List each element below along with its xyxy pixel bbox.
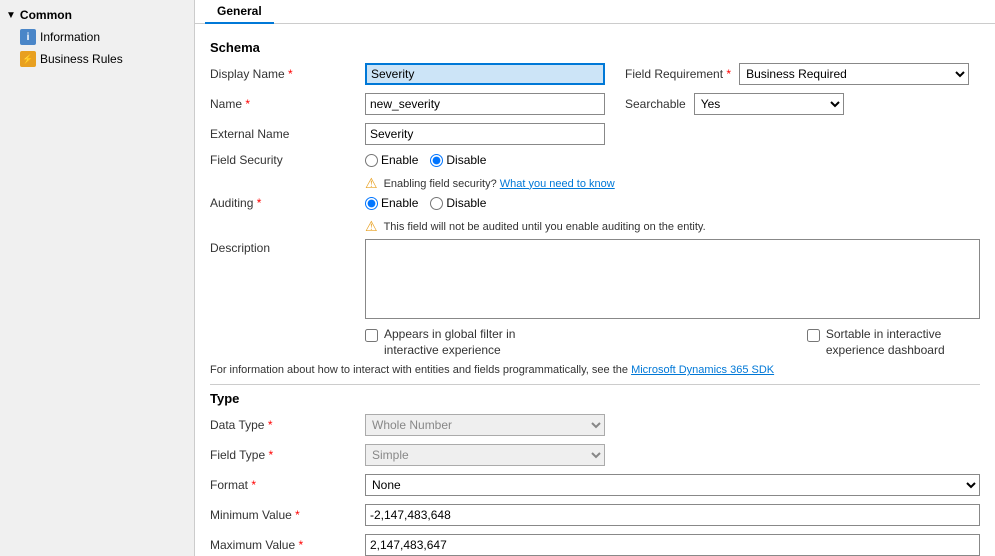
searchable-select[interactable]: Yes No: [694, 93, 844, 115]
auditing-warning-row: ⚠ This field will not be audited until y…: [365, 218, 980, 235]
checkboxes-row: Appears in global filter in interactive …: [365, 327, 980, 358]
auditing-disable-radio[interactable]: [430, 197, 443, 210]
searchable-section: Searchable Yes No: [625, 93, 844, 115]
sortable-label: Sortable in interactive experience dashb…: [826, 327, 980, 358]
format-label: Format *: [210, 478, 365, 492]
tab-bar: General: [195, 0, 995, 24]
minimum-value-row: Minimum Value *: [210, 504, 980, 526]
field-security-label: Field Security: [210, 153, 365, 167]
display-name-row: Display Name * Field Requirement * Busin…: [210, 63, 980, 85]
field-security-radio-group: Enable Disable: [365, 153, 486, 167]
maximum-value-label: Maximum Value *: [210, 538, 365, 552]
field-security-warning-row: ⚠ Enabling field security? What you need…: [365, 175, 980, 192]
data-type-row: Data Type * Whole Number: [210, 414, 980, 436]
auditing-radio-group: Enable Disable: [365, 196, 486, 210]
auditing-enable-label[interactable]: Enable: [365, 196, 418, 210]
external-name-input[interactable]: [365, 123, 605, 145]
minimum-value-input[interactable]: [365, 504, 980, 526]
name-row: Name * Searchable Yes No: [210, 93, 980, 115]
field-type-select[interactable]: Simple: [365, 444, 605, 466]
sidebar: ▼ Common Information Business Rules: [0, 0, 195, 556]
auditing-warning-text: This field will not be audited until you…: [384, 221, 706, 233]
field-requirement-section: Field Requirement * Business Required Re…: [625, 63, 969, 85]
field-security-link[interactable]: What you need to know: [500, 178, 615, 190]
display-name-input[interactable]: [365, 63, 605, 85]
description-row: Description: [210, 239, 980, 319]
display-name-required: *: [285, 67, 293, 81]
sidebar-item-business-rules-label: Business Rules: [40, 52, 123, 66]
type-section: Type Data Type * Whole Number Field Type…: [210, 391, 980, 556]
field-requirement-label: Field Requirement *: [625, 67, 731, 81]
appears-checkbox[interactable]: [365, 329, 378, 342]
data-type-select[interactable]: Whole Number: [365, 414, 605, 436]
appears-checkbox-item: Appears in global filter in interactive …: [365, 327, 538, 358]
sidebar-section-label: Common: [20, 8, 72, 22]
divider: [210, 384, 980, 385]
auditing-warning-icon: ⚠: [365, 218, 378, 235]
rules-icon: [20, 51, 36, 67]
display-name-label: Display Name *: [210, 67, 365, 81]
main-content: General Schema Display Name * Field Requ…: [195, 0, 995, 556]
field-type-label: Field Type *: [210, 448, 365, 462]
field-security-warning-text: Enabling field security? What you need t…: [384, 178, 615, 190]
info-row: For information about how to interact wi…: [210, 364, 980, 376]
maximum-value-row: Maximum Value *: [210, 534, 980, 556]
external-name-label: External Name: [210, 127, 365, 141]
warning-icon: ⚠: [365, 175, 378, 192]
info-icon: [20, 29, 36, 45]
minimum-value-label: Minimum Value *: [210, 508, 365, 522]
field-security-enable-label[interactable]: Enable: [365, 153, 418, 167]
field-requirement-select[interactable]: Business Required Required Optional: [739, 63, 969, 85]
auditing-row: Auditing * Enable Disable: [210, 196, 980, 210]
name-label: Name *: [210, 97, 365, 111]
sidebar-section-common[interactable]: ▼ Common: [0, 4, 194, 26]
description-label: Description: [210, 239, 365, 255]
auditing-enable-radio[interactable]: [365, 197, 378, 210]
format-row: Format * None: [210, 474, 980, 496]
type-section-title: Type: [210, 391, 980, 406]
name-input[interactable]: [365, 93, 605, 115]
field-security-row: Field Security Enable Disable: [210, 153, 980, 167]
sidebar-item-business-rules[interactable]: Business Rules: [0, 48, 194, 70]
sortable-checkbox-item: Sortable in interactive experience dashb…: [807, 327, 980, 358]
auditing-label: Auditing *: [210, 196, 365, 210]
sidebar-item-information[interactable]: Information: [0, 26, 194, 48]
field-type-row: Field Type * Simple: [210, 444, 980, 466]
field-security-disable-radio[interactable]: [430, 154, 443, 167]
tab-general[interactable]: General: [205, 0, 274, 24]
sdk-link[interactable]: Microsoft Dynamics 365 SDK: [631, 364, 774, 376]
field-security-disable-label[interactable]: Disable: [430, 153, 486, 167]
auditing-disable-label[interactable]: Disable: [430, 196, 486, 210]
name-required: *: [242, 97, 250, 111]
format-select[interactable]: None: [365, 474, 980, 496]
sidebar-item-information-label: Information: [40, 30, 100, 44]
external-name-row: External Name: [210, 123, 980, 145]
schema-section-title: Schema: [210, 40, 980, 55]
expand-arrow: ▼: [6, 10, 16, 21]
appears-label: Appears in global filter in interactive …: [384, 327, 538, 358]
data-type-label: Data Type *: [210, 418, 365, 432]
sortable-checkbox[interactable]: [807, 329, 820, 342]
searchable-label: Searchable: [625, 97, 686, 111]
description-textarea[interactable]: [365, 239, 980, 319]
field-security-enable-radio[interactable]: [365, 154, 378, 167]
content-area: Schema Display Name * Field Requirement …: [195, 24, 995, 556]
maximum-value-input[interactable]: [365, 534, 980, 556]
